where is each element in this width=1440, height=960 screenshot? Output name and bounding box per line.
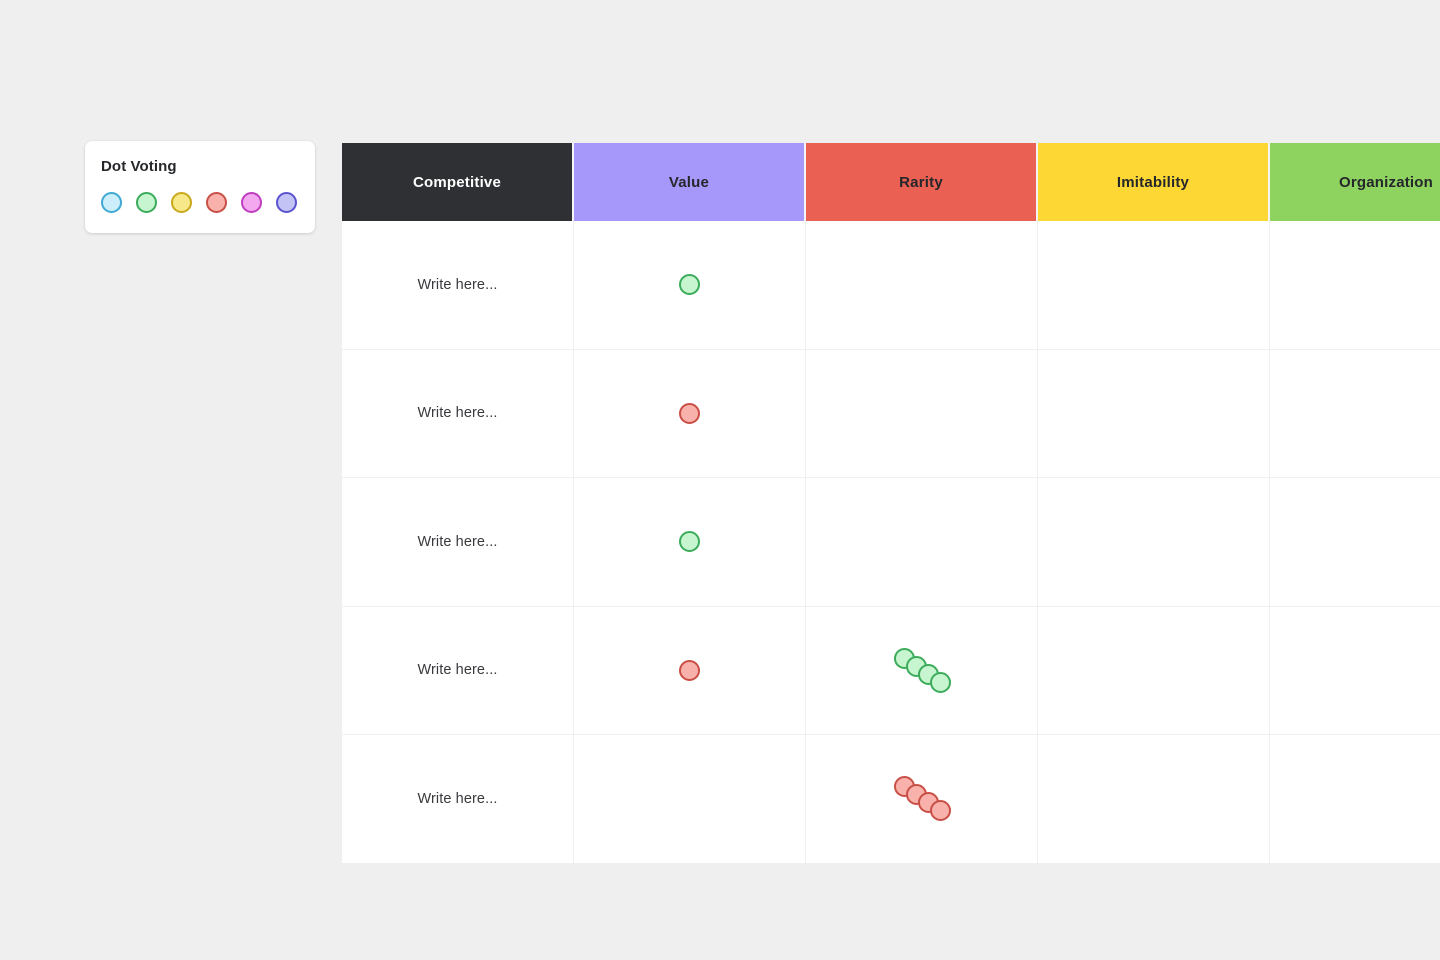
vote-dot-red[interactable] [679, 659, 700, 681]
vote-dot-red[interactable] [929, 800, 951, 822]
matrix-header-row: Competitive Value Rarity Imitability Organiz… [342, 143, 1440, 221]
cell-placeholder-text: Write here... [417, 662, 498, 679]
matrix-header-competitive[interactable]: Competitive [342, 143, 574, 221]
matrix-cell-competitive[interactable]: Write here... [342, 606, 574, 734]
matrix-row: Write here... [342, 606, 1440, 735]
matrix-cell-rarity[interactable] [806, 349, 1038, 477]
matrix-cell-value[interactable] [574, 478, 806, 606]
vote-dot-green[interactable] [929, 671, 951, 693]
dot-voting-swatch-row [101, 191, 299, 213]
matrix-cell-organization[interactable] [1270, 606, 1440, 734]
matrix-row: Write here... [342, 735, 1440, 863]
cell-placeholder-text: Write here... [417, 790, 498, 807]
matrix-cell-organization[interactable] [1270, 349, 1440, 477]
cell-placeholder-text: Write here... [417, 533, 498, 550]
dot-swatch-yellow[interactable] [171, 191, 192, 213]
matrix-row: Write here... [342, 349, 1440, 478]
matrix-header-value[interactable]: Value [574, 143, 806, 221]
matrix-cell-value[interactable] [574, 221, 806, 349]
matrix-header-organization[interactable]: Organization [1270, 143, 1440, 221]
vote-dot-green[interactable] [679, 531, 700, 553]
matrix-row: Write here... [342, 478, 1440, 607]
matrix-header-imitability[interactable]: Imitability [1038, 143, 1270, 221]
vote-dot-cluster [806, 607, 1037, 735]
matrix-cell-organization[interactable] [1270, 478, 1440, 606]
dot-swatch-red[interactable] [206, 191, 227, 213]
dot-voting-panel: Dot Voting [85, 141, 315, 233]
matrix-cell-rarity[interactable] [806, 606, 1038, 735]
cell-placeholder-text: Write here... [417, 276, 498, 293]
matrix-cell-imitability[interactable] [1038, 478, 1270, 606]
matrix-cell-value[interactable] [574, 349, 806, 477]
vote-dot-red[interactable] [679, 402, 700, 424]
matrix-cell-rarity[interactable] [806, 221, 1038, 349]
dot-voting-title: Dot Voting [101, 158, 177, 175]
matrix-cell-rarity[interactable] [806, 478, 1038, 606]
dot-swatch-blue[interactable] [101, 191, 122, 213]
dot-swatch-purple[interactable] [276, 191, 297, 213]
matrix-row: Write here... [342, 221, 1440, 350]
matrix-cell-value[interactable] [574, 735, 806, 863]
vrio-matrix: Competitive Value Rarity Imitability Organiz… [342, 143, 1440, 863]
cell-placeholder-text: Write here... [417, 405, 498, 422]
matrix-cell-competitive[interactable]: Write here... [342, 478, 574, 606]
matrix-cell-value[interactable] [574, 606, 806, 734]
matrix-cell-imitability[interactable] [1038, 606, 1270, 734]
matrix-cell-imitability[interactable] [1038, 349, 1270, 477]
matrix-header-rarity[interactable]: Rarity [806, 143, 1038, 221]
dot-swatch-magenta[interactable] [241, 191, 262, 213]
matrix-cell-rarity[interactable] [806, 735, 1038, 863]
matrix-cell-competitive[interactable]: Write here... [342, 349, 574, 477]
matrix-cell-imitability[interactable] [1038, 735, 1270, 863]
matrix-body: Write here... Write here... Write here... W… [342, 221, 1440, 863]
matrix-cell-organization[interactable] [1270, 735, 1440, 863]
matrix-cell-competitive[interactable]: Write here... [342, 735, 574, 863]
matrix-cell-competitive[interactable]: Write here... [342, 221, 574, 349]
dot-swatch-green[interactable] [136, 191, 157, 213]
matrix-cell-imitability[interactable] [1038, 221, 1270, 349]
matrix-cell-organization[interactable] [1270, 221, 1440, 349]
vote-dot-green[interactable] [679, 274, 700, 296]
vote-dot-cluster [806, 735, 1037, 863]
